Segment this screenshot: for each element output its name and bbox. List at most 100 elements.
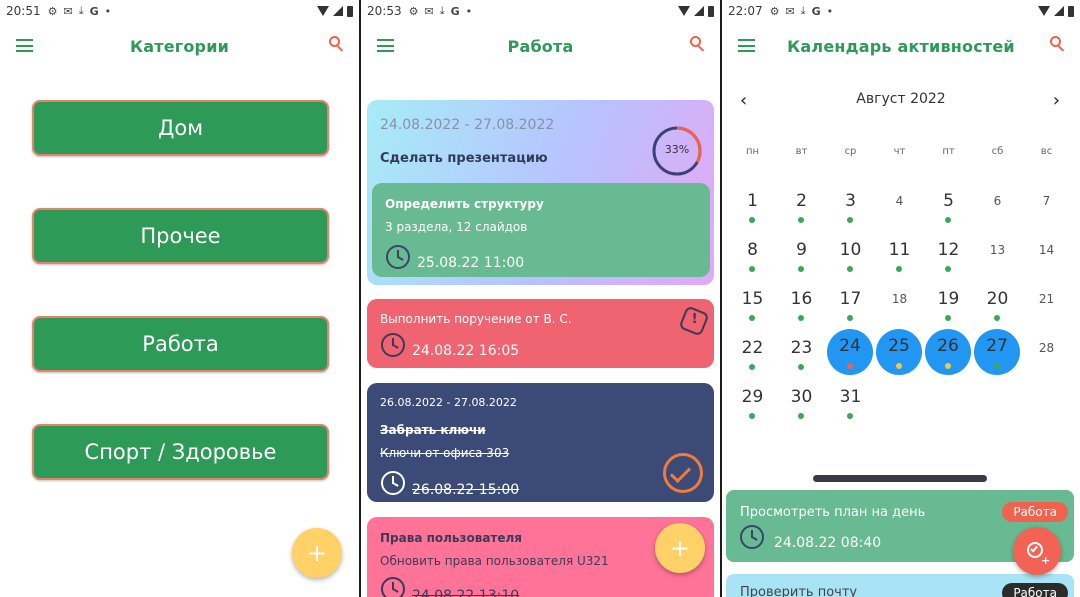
event-time: 24.08.22 08:40 (774, 535, 882, 551)
calendar-day[interactable]: 10 (826, 232, 875, 280)
day-number: 28 (1038, 341, 1055, 355)
category-button-other[interactable]: Прочее (32, 208, 329, 264)
activity-dot (896, 266, 902, 272)
status-bar: 20:53 ⚙ ✉ ⤓ G • (361, 0, 720, 22)
calendar-day[interactable]: 14 (1022, 232, 1071, 280)
day-number: 29 (741, 387, 764, 407)
activity-dot (798, 315, 804, 321)
status-time: 20:53 (367, 4, 402, 18)
search-icon[interactable] (1050, 36, 1066, 52)
task-title: Сделать презентацию (380, 151, 548, 166)
calendar-day[interactable]: 7 (1022, 183, 1071, 231)
warning-icon: ! (678, 305, 710, 337)
calendar-day[interactable]: 16 (777, 281, 826, 329)
subtask-card[interactable]: Определить структуру 3 раздела, 12 слайд… (372, 183, 710, 277)
bottom-sheet-handle[interactable] (813, 475, 987, 482)
calendar-day[interactable]: 30 (777, 379, 826, 427)
notification-dot-icon: • (465, 4, 473, 18)
activity-dot (847, 266, 853, 272)
category-button-work[interactable]: Работа (32, 316, 329, 372)
calendar-day[interactable]: 1 (728, 183, 777, 231)
signal-icon (1054, 6, 1064, 16)
calendar-day[interactable]: 8 (728, 232, 777, 280)
calendar-day[interactable]: 27 (974, 329, 1020, 375)
activity-dot (945, 315, 951, 321)
calendar-day[interactable]: 6 (973, 183, 1022, 231)
subtask-title: Определить структуру (385, 197, 544, 211)
task-card-presentation[interactable]: 24.08.2022 - 27.08.2022 Сделать презента… (367, 100, 714, 285)
calendar-day[interactable]: 24 (827, 329, 873, 375)
category-button-sport[interactable]: Спорт / Здоровье (32, 424, 329, 480)
calendar-day[interactable]: 20 (973, 281, 1022, 329)
day-number: 22 (741, 338, 764, 358)
day-number: 31 (839, 387, 862, 407)
calendar-day[interactable]: 4 (875, 183, 924, 231)
calendar-day[interactable]: 29 (728, 379, 777, 427)
screenshot-collage: 20:51 ⚙ ✉ ⤓ G • Категории Дом Прочее Раб… (0, 0, 1080, 597)
add-category-button[interactable]: + (292, 528, 342, 578)
google-status-icon: G (811, 4, 821, 18)
day-number: 17 (839, 289, 862, 309)
calendar-day[interactable]: 5 (924, 183, 973, 231)
calendar-day[interactable]: 11 (875, 232, 924, 280)
day-number: 5 (943, 191, 954, 211)
app-bar: Работа (361, 22, 720, 70)
day-number: 4 (895, 194, 904, 208)
day-number: 21 (1038, 292, 1055, 306)
calendar-day[interactable]: 31 (826, 379, 875, 427)
calendar-day[interactable]: 23 (777, 330, 826, 378)
add-task-button[interactable]: + (655, 523, 705, 573)
google-status-icon: G (450, 4, 460, 18)
day-number: 16 (790, 289, 813, 309)
progress-label: 33% (664, 143, 690, 156)
task-card-assignment[interactable]: Выполнить поручение от В. С. ! 24.08.22 … (367, 299, 714, 368)
add-event-button[interactable]: + (1013, 527, 1061, 575)
notification-dot-icon: • (104, 4, 112, 18)
calendar-day[interactable]: 18 (875, 281, 924, 329)
work-tasks-screen: 20:53 ⚙ ✉ ⤓ G • Работа 24.08.2022 - 27.0… (361, 0, 720, 597)
event-title: Просмотреть план на день (740, 505, 926, 520)
search-icon[interactable] (690, 36, 706, 52)
activity-dot (847, 217, 853, 223)
day-number: 27 (986, 336, 1008, 356)
weekday-label: сб (991, 146, 1004, 157)
menu-icon[interactable] (16, 39, 33, 52)
activity-dot (749, 413, 755, 419)
day-number: 2 (796, 191, 807, 211)
day-number: 12 (937, 240, 960, 260)
day-number: 7 (1042, 194, 1051, 208)
calendar-day[interactable]: 21 (1022, 281, 1071, 329)
menu-icon[interactable] (377, 39, 394, 52)
calendar-day[interactable]: 9 (777, 232, 826, 280)
calendar-day[interactable]: 17 (826, 281, 875, 329)
activity-dot (847, 413, 853, 419)
calendar-day[interactable]: 22 (728, 330, 777, 378)
calendar-day[interactable]: 15 (728, 281, 777, 329)
task-card-keys[interactable]: 26.08.2022 - 27.08.2022 Забрать ключи Кл… (367, 383, 714, 502)
menu-icon[interactable] (738, 39, 755, 52)
task-dates: 24.08.2022 - 27.08.2022 (380, 117, 555, 133)
next-month-icon[interactable]: › (1053, 90, 1060, 111)
calendar-day[interactable]: 12 (924, 232, 973, 280)
day-number: 18 (891, 292, 908, 306)
weekday-label: пн (745, 146, 760, 157)
day-number: 1 (747, 191, 758, 211)
calendar-day[interactable]: 2 (777, 183, 826, 231)
calendar-day[interactable]: 26 (925, 329, 971, 375)
task-desc: Ключи от офиса 303 (380, 446, 510, 460)
search-icon[interactable] (329, 36, 345, 52)
settings-status-icon: ⚙ (47, 4, 58, 18)
calendar-day[interactable]: 28 (1022, 330, 1071, 378)
calendar-day[interactable]: 13 (973, 232, 1022, 280)
calendar-day[interactable]: 3 (826, 183, 875, 231)
month-label: Август 2022 (856, 91, 946, 107)
check-icon[interactable] (663, 453, 703, 493)
category-button-home[interactable]: Дом (32, 100, 329, 156)
calendar-day[interactable]: 19 (924, 281, 973, 329)
calendar-day[interactable]: 25 (876, 329, 922, 375)
day-number: 15 (741, 289, 764, 309)
app-bar: Календарь активностей (722, 22, 1080, 70)
event-card[interactable]: Проверить почту Работа (726, 574, 1074, 597)
day-number: 13 (989, 243, 1006, 257)
task-title: Забрать ключи (380, 423, 486, 437)
